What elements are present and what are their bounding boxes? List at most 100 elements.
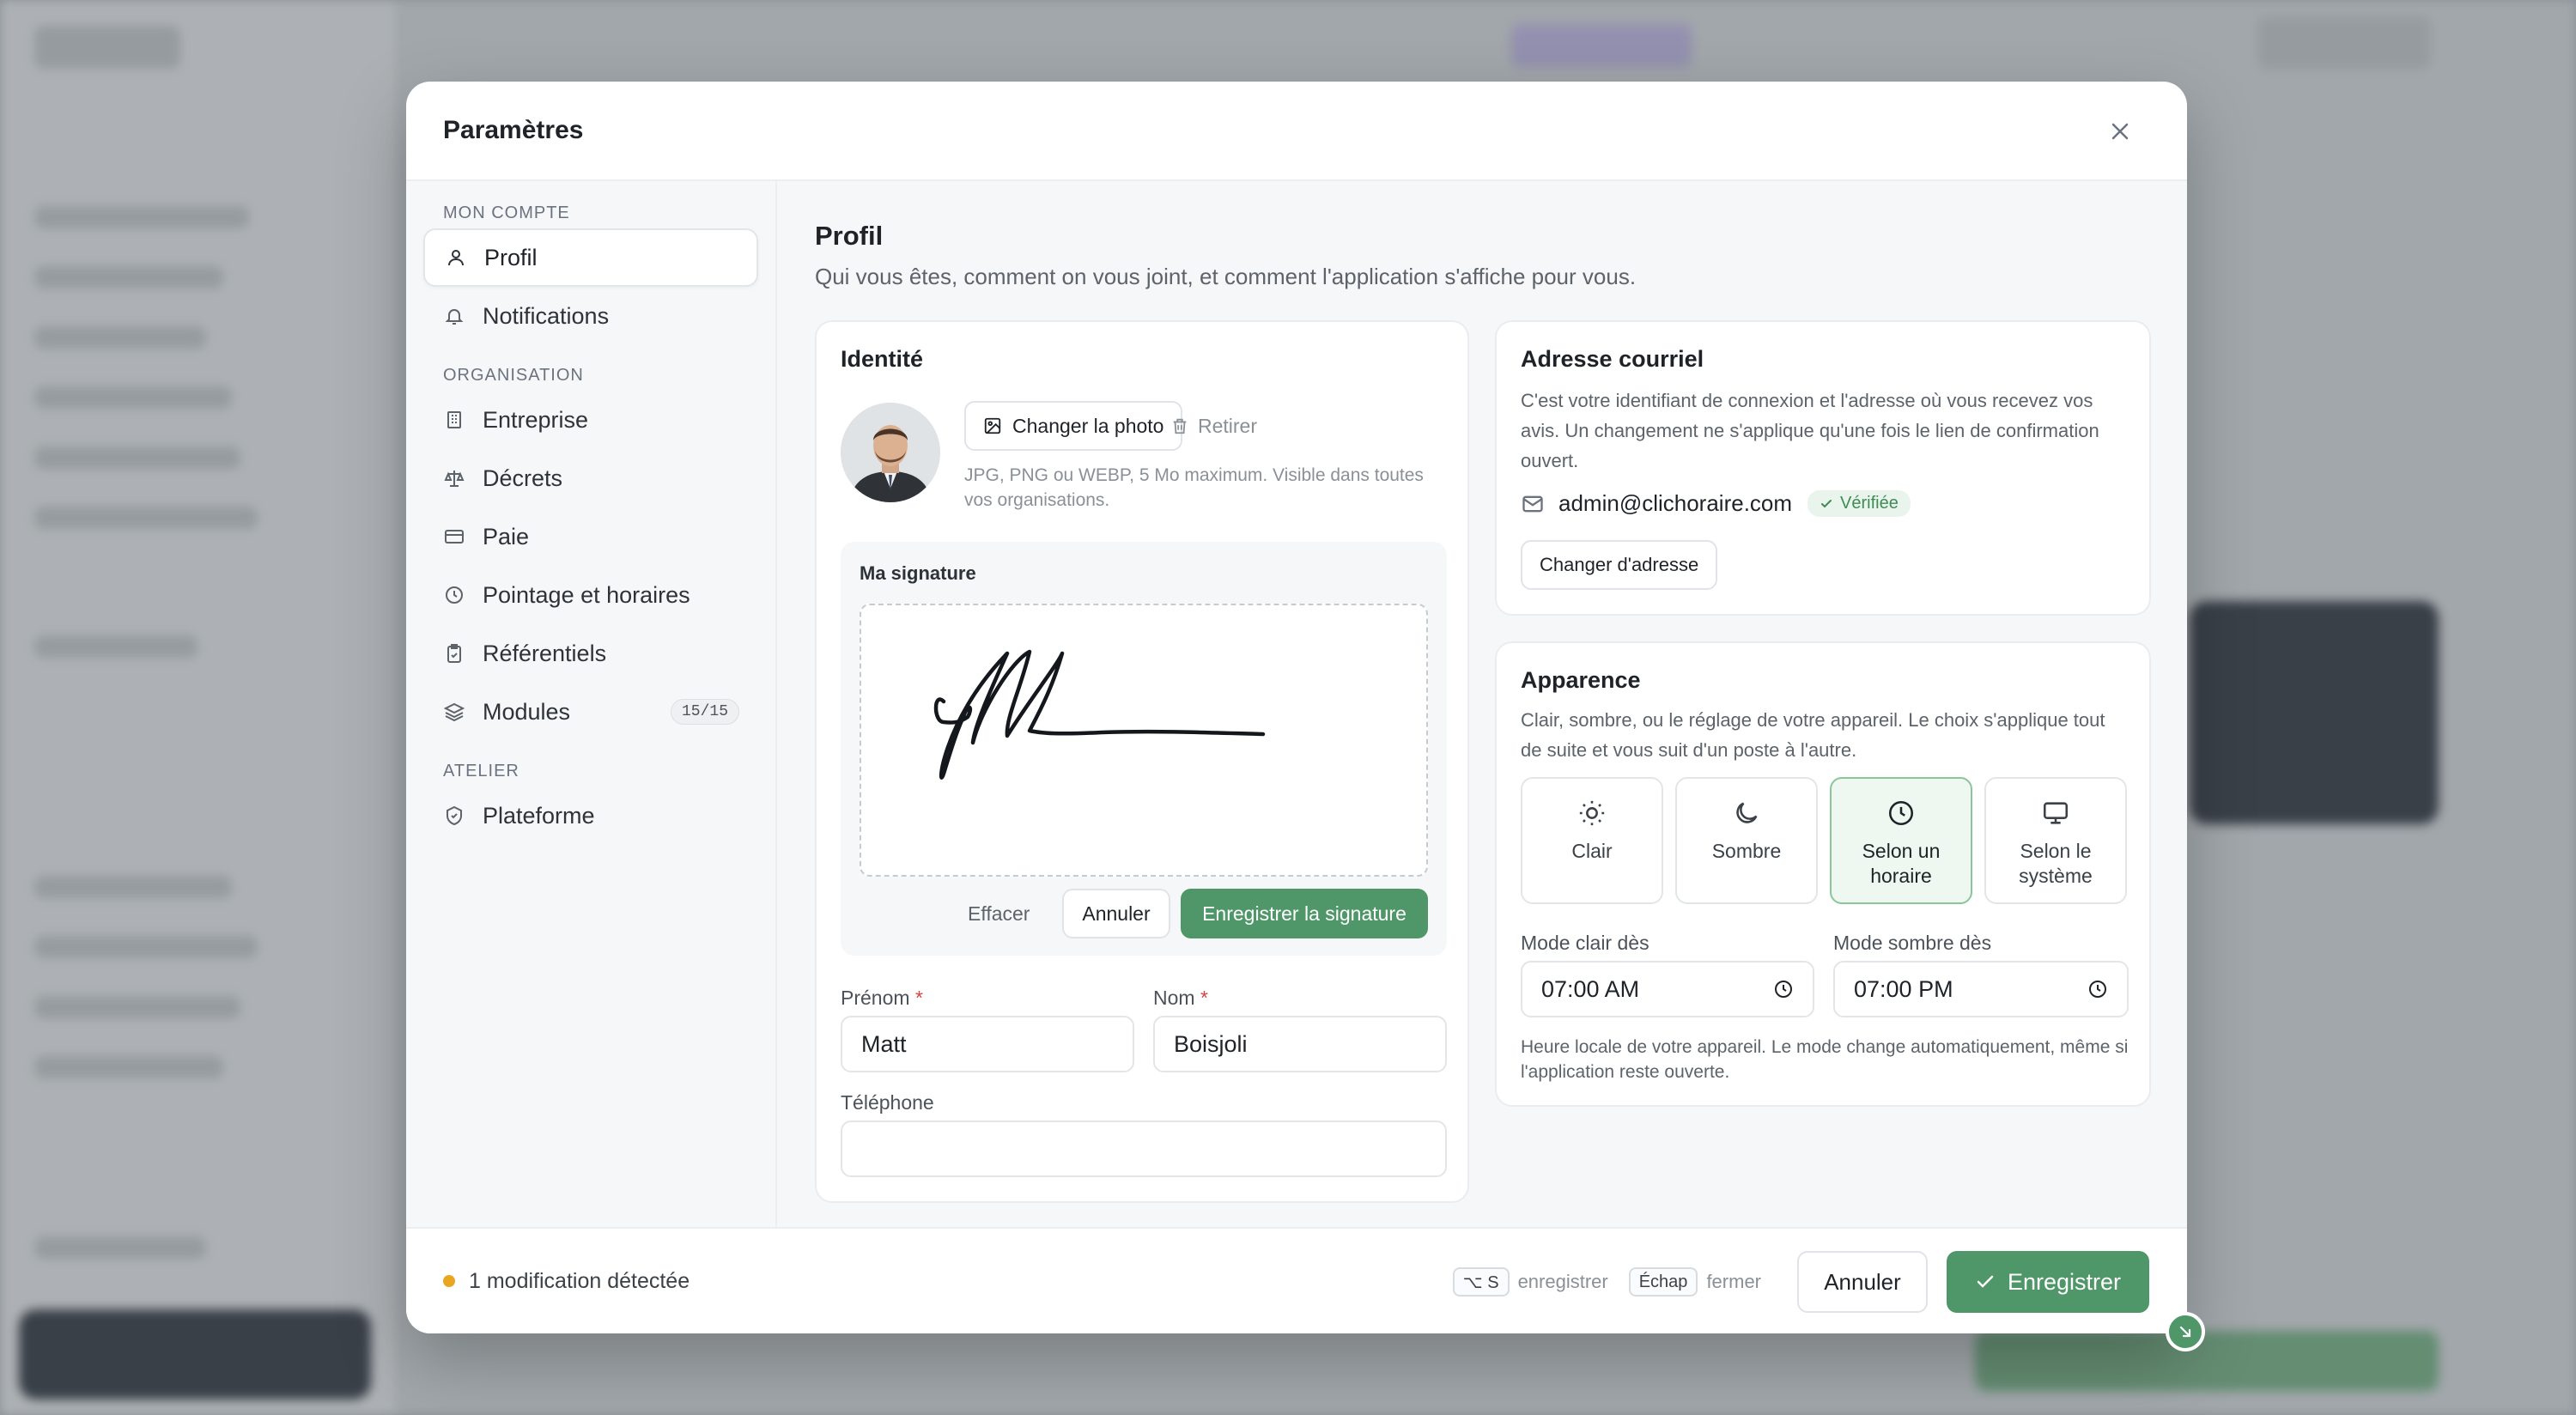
- cancel-signature-button[interactable]: Annuler: [1062, 889, 1170, 938]
- nav-item-references[interactable]: Référentiels: [423, 624, 758, 683]
- modal-footer: 1 modification détectée ⌥ S enregistrer …: [406, 1227, 2187, 1333]
- required-mark: *: [1200, 987, 1208, 1009]
- avatar: [841, 403, 940, 502]
- nav-item-label: Profil: [484, 244, 538, 270]
- last-name-label: Nom *: [1153, 987, 1208, 1010]
- credit-card-icon: [443, 525, 465, 548]
- phone-label: Téléphone: [841, 1091, 934, 1114]
- nav-item-payroll[interactable]: Paie: [423, 507, 758, 566]
- nav-item-label: Pointage et horaires: [483, 581, 690, 608]
- building-icon: [443, 409, 465, 431]
- keyboard-shortcuts: ⌥ S enregistrer Échap fermer: [1452, 1229, 1761, 1333]
- theme-options: Clair Sombre Selon un horaire Selon le s…: [1521, 777, 2129, 906]
- required-mark: *: [914, 987, 923, 1009]
- identity-card: Identité Changer la photo Retirer JPG, P…: [815, 320, 1469, 1203]
- theme-option-light[interactable]: Clair: [1521, 777, 1663, 904]
- change-photo-label: Changer la photo: [1012, 414, 1164, 437]
- signature-canvas[interactable]: [860, 604, 1428, 877]
- schedule-hint: Heure locale de votre appareil. Le mode …: [1521, 1037, 2129, 1082]
- email-card: Adresse courriel C'est votre identifiant…: [1495, 320, 2151, 616]
- nav-section-workshop: ATELIER: [443, 762, 519, 780]
- email-title: Adresse courriel: [1521, 346, 1704, 372]
- shield-check-icon: [443, 805, 465, 827]
- nav-item-label: Modules: [483, 698, 571, 725]
- nav-item-label: Plateforme: [483, 802, 595, 829]
- last-name-label-text: Nom: [1153, 987, 1195, 1009]
- dark-from-input[interactable]: 07:00 PM: [1833, 961, 2129, 1017]
- theme-option-schedule[interactable]: Selon un horaire: [1830, 777, 1972, 904]
- page-title: Profil: [815, 221, 884, 251]
- trash-icon: [1173, 418, 1187, 434]
- theme-option-system[interactable]: Selon le système: [1984, 777, 2127, 904]
- identity-title: Identité: [841, 346, 924, 372]
- settings-content: Profil Qui vous êtes, comment on vous jo…: [777, 181, 2187, 1227]
- check-icon: [1977, 1275, 1994, 1288]
- nav-item-label: Notifications: [483, 302, 610, 329]
- check-icon: [1821, 499, 1832, 507]
- remove-photo-button[interactable]: Retirer: [1160, 401, 1267, 451]
- user-icon: [445, 246, 467, 269]
- save-signature-button[interactable]: Enregistrer la signature: [1181, 889, 1428, 938]
- shortcut-save-label: enregistrer: [1517, 1271, 1608, 1292]
- settings-nav: MON COMPTE Profil Notifications ORGANISA…: [406, 181, 777, 1227]
- first-name-input[interactable]: Matt: [841, 1016, 1134, 1072]
- settings-modal: Paramètres MON COMPTE Profil Notificatio…: [406, 82, 2187, 1333]
- nav-item-modules[interactable]: Modules 15/15: [423, 683, 758, 741]
- theme-option-label: Sombre: [1711, 840, 1782, 862]
- light-from-label: Mode clair dès: [1521, 932, 1649, 954]
- remove-photo-label: Retirer: [1198, 414, 1258, 437]
- photo-hint: JPG, PNG ou WEBP, 5 Mo maximum. Visible …: [964, 465, 1424, 510]
- clock-icon: [2089, 981, 2106, 998]
- clipboard-check-icon: [443, 642, 465, 665]
- nav-item-label: Référentiels: [483, 640, 607, 666]
- modal-body: MON COMPTE Profil Notifications ORGANISA…: [406, 181, 2187, 1227]
- nav-item-profile[interactable]: Profil: [423, 228, 758, 287]
- resize-handle[interactable]: [2166, 1312, 2205, 1351]
- shortcut-close-key: Échap: [1628, 1267, 1698, 1297]
- nav-item-label: Entreprise: [483, 406, 589, 433]
- phone-input[interactable]: [841, 1120, 1447, 1177]
- theme-option-label: Selon le système: [2019, 840, 2093, 887]
- email-description: C'est votre identifiant de connexion et …: [1521, 390, 2099, 471]
- first-name-label-text: Prénom: [841, 987, 910, 1009]
- cancel-button[interactable]: Annuler: [1797, 1251, 1928, 1313]
- nav-item-platform[interactable]: Plateforme: [423, 786, 758, 845]
- email-row: admin@clichoraire.com Vérifiée: [1521, 490, 1911, 517]
- appearance-card: Apparence Clair, sombre, ou le réglage d…: [1495, 641, 2151, 1107]
- nav-item-company[interactable]: Entreprise: [423, 391, 758, 449]
- light-from-input[interactable]: 07:00 AM: [1521, 961, 1814, 1017]
- nav-item-notifications[interactable]: Notifications: [423, 287, 758, 345]
- scale-icon: [443, 467, 465, 489]
- nav-item-timekeeping[interactable]: Pointage et horaires: [423, 566, 758, 624]
- close-button[interactable]: [2105, 116, 2136, 147]
- nav-item-decrees[interactable]: Décrets: [423, 449, 758, 507]
- verified-label: Vérifiée: [1840, 494, 1899, 513]
- save-button[interactable]: Enregistrer: [1947, 1251, 2149, 1313]
- arrow-down-right-icon: [2179, 1326, 2191, 1338]
- monitor-icon: [2041, 796, 2070, 830]
- appearance-title: Apparence: [1521, 667, 1641, 693]
- appearance-description: Clair, sombre, ou le réglage de votre ap…: [1521, 709, 2105, 761]
- change-email-button[interactable]: Changer d'adresse: [1521, 540, 1718, 590]
- modal-header: Paramètres: [406, 82, 2187, 181]
- layers-icon: [443, 701, 465, 723]
- signature-label: Ma signature: [860, 562, 976, 584]
- page-subtitle: Qui vous êtes, comment on vous joint, et…: [815, 264, 1637, 289]
- clear-signature-button[interactable]: Effacer: [957, 889, 1040, 938]
- unsaved-indicator: [443, 1275, 455, 1287]
- modules-count-badge: 15/15: [670, 699, 739, 725]
- nav-section-organization: ORGANISATION: [443, 366, 584, 385]
- theme-option-label: Clair: [1571, 840, 1613, 862]
- nav-item-label: Paie: [483, 523, 530, 550]
- clock-icon: [1886, 796, 1916, 830]
- sun-icon: [1577, 796, 1607, 830]
- last-name-input[interactable]: Boisjoli: [1153, 1016, 1447, 1072]
- changes-status: 1 modification détectée: [469, 1268, 690, 1293]
- modal-title: Paramètres: [443, 116, 584, 144]
- nav-section-account: MON COMPTE: [443, 203, 570, 222]
- clock-icon: [443, 584, 465, 606]
- light-from-value: 07:00 AM: [1541, 975, 1640, 1002]
- moon-icon: [1732, 796, 1761, 830]
- change-photo-button[interactable]: Changer la photo: [964, 401, 1183, 451]
- theme-option-dark[interactable]: Sombre: [1675, 777, 1818, 904]
